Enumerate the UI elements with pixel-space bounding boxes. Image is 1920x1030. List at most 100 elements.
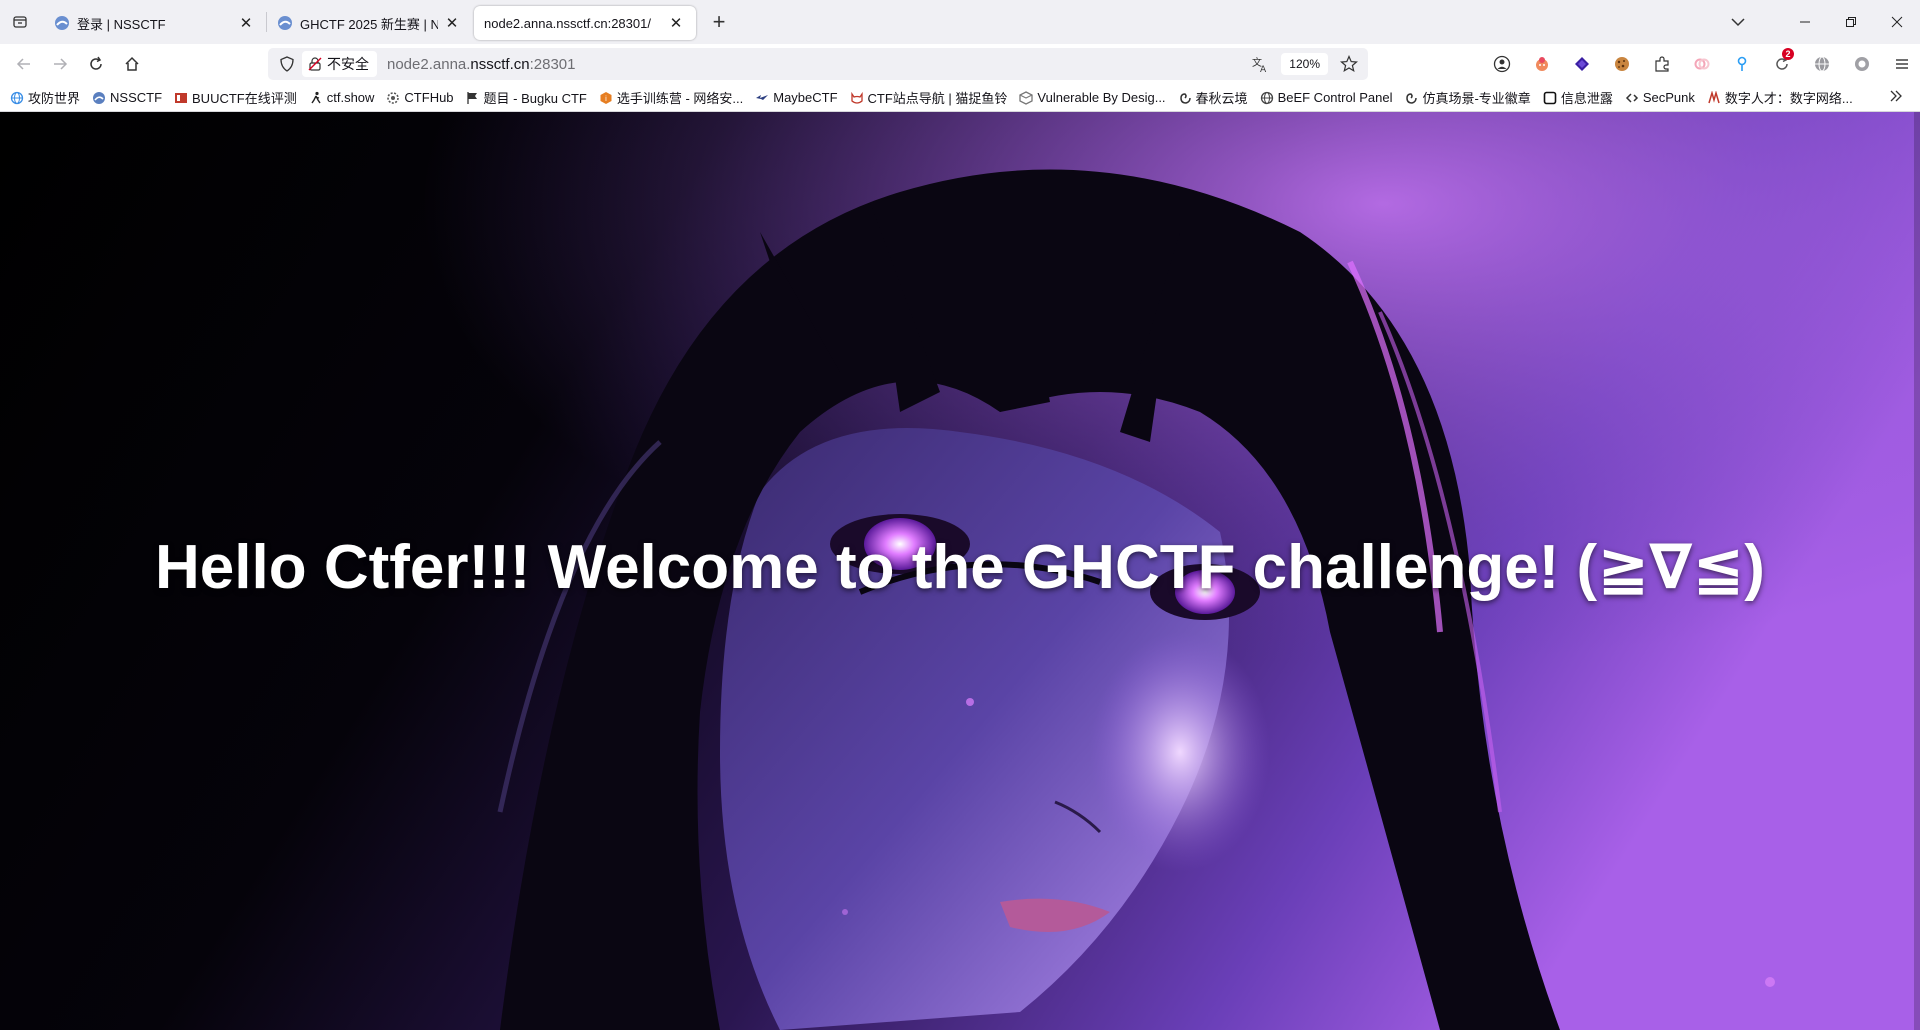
bookmark-label: CTFHub: [404, 90, 454, 105]
url-text[interactable]: node2.anna.nssctf.cn:28301: [387, 56, 576, 73]
extension-cat-button[interactable]: [1522, 44, 1562, 84]
bookmark-item[interactable]: CTF站点导航 | 猫捉鱼铃: [850, 88, 1008, 107]
grey-globe-icon: [1815, 56, 1829, 72]
diamond-icon: [1575, 57, 1589, 71]
bookmark-label: ctf.show: [326, 90, 375, 105]
star-bookmark-icon[interactable]: [1340, 55, 1358, 73]
home-button[interactable]: [114, 48, 150, 80]
extension-pink-button[interactable]: [1682, 44, 1722, 84]
bookmark-item[interactable]: 信息泄露: [1543, 88, 1613, 107]
bookmark-item[interactable]: SecPunk: [1625, 90, 1695, 105]
bookmark-label: 攻防世界: [28, 91, 81, 106]
bookmark-label: NSSCTF: [110, 90, 163, 105]
bookmark-item[interactable]: NSSCTF: [92, 90, 162, 105]
hex-icon: i: [599, 91, 613, 105]
bookmark-item[interactable]: BeEF Control Panel: [1260, 90, 1392, 105]
square-icon: [1543, 91, 1557, 105]
puzzle-icon: [1655, 56, 1669, 72]
extension-notifier-button[interactable]: 2: [1762, 44, 1802, 84]
app-menu-button[interactable]: [1882, 44, 1920, 84]
bookmark-item[interactable]: Vulnerable By Desig...: [1019, 90, 1166, 105]
extension-globe-button[interactable]: [1802, 44, 1842, 84]
bookmark-label: 春秋云境: [1195, 91, 1248, 106]
bookmark-item[interactable]: i 选手训练营 - 网络安...: [599, 88, 743, 107]
gear-icon: [386, 91, 400, 105]
tab-strip: 登录 | NSSCTF ✕ GHCTF 2025 新生赛 | NSSCTF ✕ …: [0, 0, 1920, 44]
tracking-protection-button[interactable]: [272, 48, 302, 80]
shield-icon: [280, 56, 294, 72]
address-bar[interactable]: 不安全 node2.anna.nssctf.cn:28301 文A 120%: [268, 48, 1368, 80]
bookmark-label: 题目 - Bugku CTF: [483, 91, 587, 106]
bookmark-label: Vulnerable By Desig...: [1037, 90, 1166, 105]
extension-pin-button[interactable]: [1722, 44, 1762, 84]
close-tab-icon[interactable]: ✕: [442, 13, 462, 33]
bookmark-item[interactable]: 攻防世界: [10, 88, 80, 107]
site-security-button[interactable]: 不安全: [302, 51, 377, 77]
tab-list-button[interactable]: [0, 0, 40, 44]
tab-title: GHCTF 2025 新生赛 | NSSCTF: [300, 16, 438, 32]
bookmark-label: 数字人才：数字网络...: [1724, 91, 1853, 106]
bookmark-label: 选手训练营 - 网络安...: [616, 91, 744, 106]
restore-icon: [1846, 17, 1856, 27]
tab-title: node2.anna.nssctf.cn:28301/: [484, 15, 651, 31]
new-tab-button[interactable]: +: [702, 5, 736, 39]
bookmark-item[interactable]: CTFHub: [386, 90, 454, 105]
account-icon: [1493, 55, 1511, 73]
extension-circle-button[interactable]: [1842, 44, 1882, 84]
bookmarks-overflow-chevron-icon[interactable]: [1888, 88, 1908, 108]
extension-cookie-button[interactable]: [1602, 44, 1642, 84]
close-tab-icon[interactable]: ✕: [236, 13, 256, 33]
account-button[interactable]: [1482, 44, 1522, 84]
spiral-icon: [1404, 91, 1418, 105]
url-suffix: :28301: [529, 55, 576, 73]
insecure-lock-icon: [308, 57, 322, 71]
page-content: Hello Ctfer!!! Welcome to the GHCTF chal…: [0, 112, 1920, 1030]
reload-button[interactable]: [78, 48, 114, 80]
window-controls: [1782, 0, 1920, 44]
zoom-reset-button[interactable]: 120%: [1281, 53, 1328, 75]
chevron-down-icon[interactable]: [1728, 12, 1748, 32]
runner-icon: [309, 91, 323, 105]
bookmark-label: CTF站点导航 | 猫捉鱼铃: [867, 91, 1008, 106]
tab-ghctf-2025[interactable]: GHCTF 2025 新生赛 | NSSCTF ✕: [267, 6, 472, 40]
extension-hackbar-button[interactable]: [1562, 44, 1602, 84]
restore-button[interactable]: [1828, 0, 1874, 44]
bookmark-label: MaybeCTF: [773, 90, 838, 105]
extensions-menu-button[interactable]: [1642, 44, 1682, 84]
plus-icon: +: [712, 9, 726, 34]
translate-icon[interactable]: 文A: [1251, 55, 1269, 73]
extensions-toolbar: 2: [1482, 44, 1920, 84]
pin-icon: [1737, 56, 1747, 71]
security-label: 不安全: [327, 56, 369, 72]
flag-icon: [466, 91, 480, 105]
vertical-scrollbar[interactable]: [1914, 112, 1920, 1030]
back-button[interactable]: [6, 48, 42, 80]
back-arrow-icon: [16, 58, 30, 70]
forward-arrow-icon: [54, 58, 68, 70]
svg-text:A: A: [1260, 65, 1267, 73]
minimize-button[interactable]: [1782, 0, 1828, 44]
svg-text:i: i: [605, 95, 607, 103]
nssctf-icon: [92, 91, 106, 105]
bookmark-item[interactable]: 数字人才：数字网络...: [1707, 88, 1853, 107]
tab-login-nssctf[interactable]: 登录 | NSSCTF ✕: [44, 6, 266, 40]
url-prefix: node2.anna.: [387, 55, 471, 73]
nssctf-favicon-icon: [278, 16, 292, 30]
close-tab-icon[interactable]: ✕: [666, 13, 686, 33]
forward-button[interactable]: [42, 48, 78, 80]
cookie-icon: [1615, 57, 1629, 71]
notification-badge: 2: [1782, 48, 1794, 60]
code-icon: [1625, 91, 1639, 105]
cube-icon: [1019, 90, 1034, 105]
bookmark-item[interactable]: BUUCTF在线评测: [174, 88, 297, 107]
bookmark-item[interactable]: 春秋云境: [1178, 88, 1248, 107]
tab-active-node2[interactable]: node2.anna.nssctf.cn:28301/ ✕: [474, 6, 696, 40]
buuctf-icon: [174, 91, 188, 105]
bookmark-item[interactable]: 题目 - Bugku CTF: [466, 88, 587, 107]
browser-window: 登录 | NSSCTF ✕ GHCTF 2025 新生赛 | NSSCTF ✕ …: [0, 0, 1920, 1030]
bookmark-item[interactable]: MaybeCTF: [755, 90, 838, 105]
bookmark-item[interactable]: ctf.show: [309, 90, 375, 105]
bookmark-label: 仿真场景-专业徽章: [1422, 91, 1531, 106]
bookmark-item[interactable]: 仿真场景-专业徽章: [1404, 88, 1531, 107]
close-window-button[interactable]: [1874, 0, 1920, 44]
